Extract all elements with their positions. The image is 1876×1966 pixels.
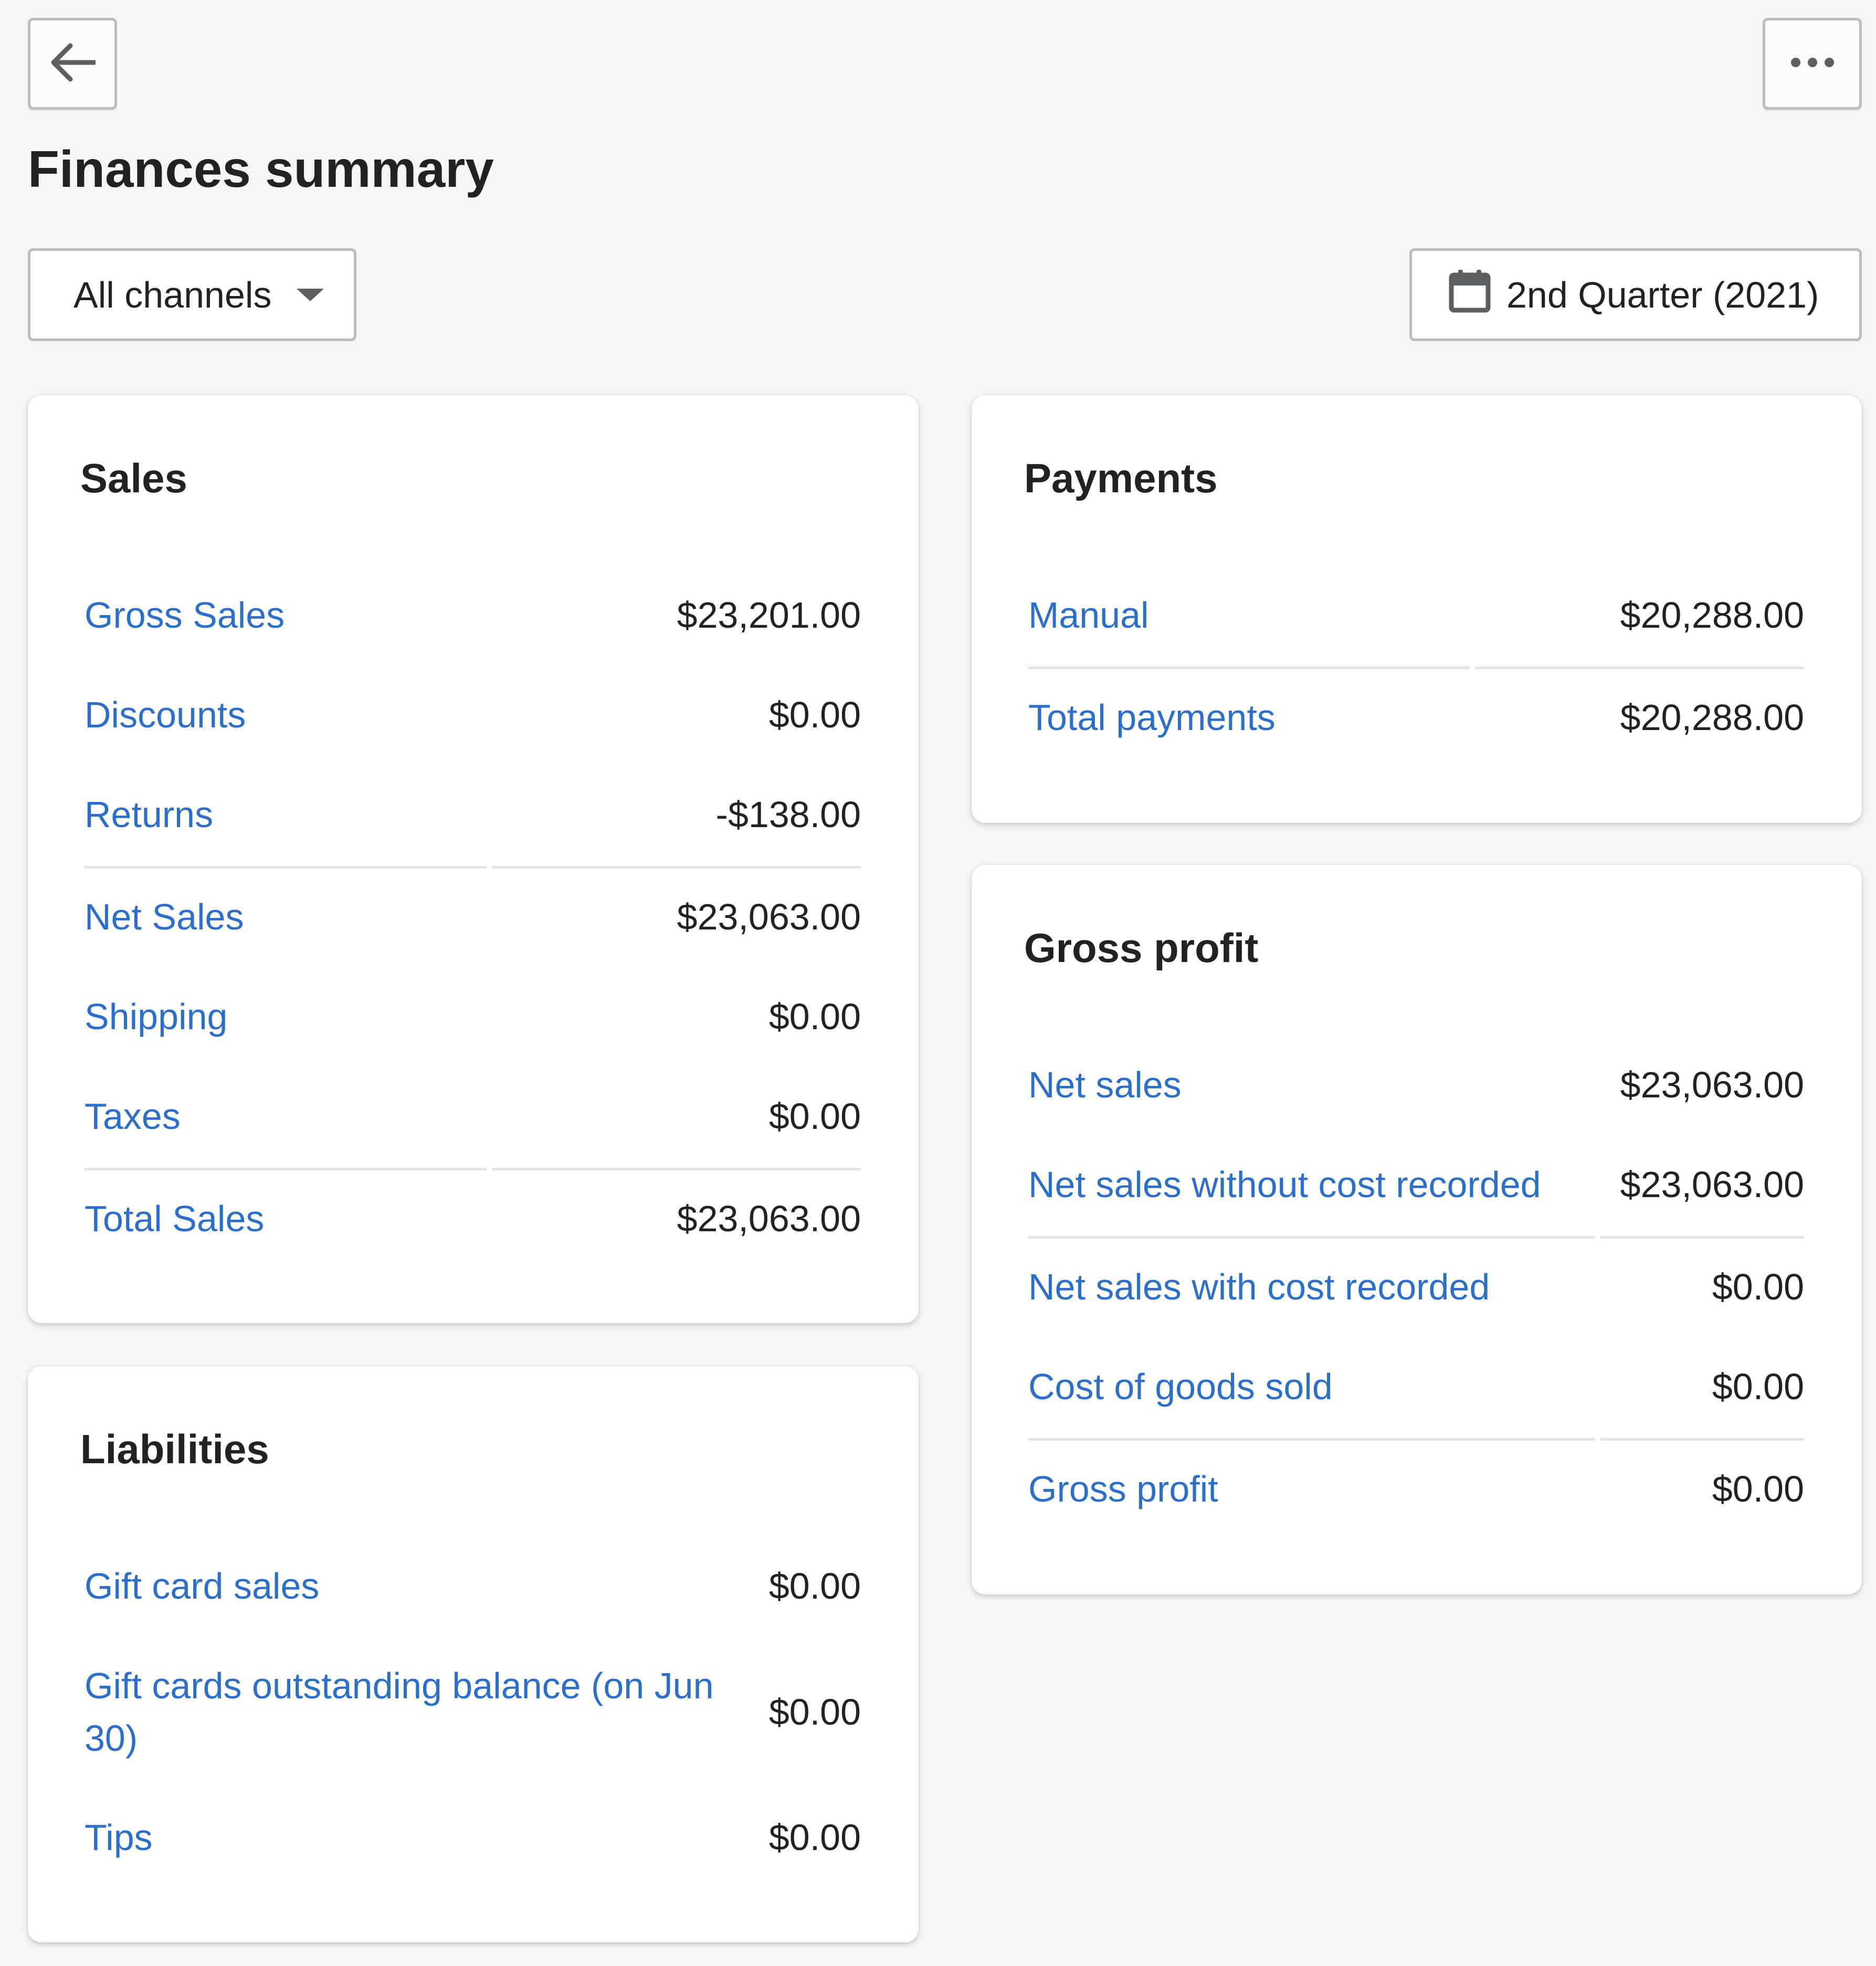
sales-card-title: Sales bbox=[80, 455, 187, 501]
gross-profit-row-gross-profit: Gross profit $0.00 bbox=[1028, 1463, 1804, 1515]
gift-cards-outstanding-link[interactable]: Gift cards outstanding balance (on Jun 3… bbox=[85, 1660, 741, 1764]
gp-net-sales-value: $23,063.00 bbox=[1620, 1064, 1804, 1105]
liabilities-row-gift-card-sales: Gift card sales $0.00 bbox=[85, 1560, 861, 1612]
sales-row-total-sales: Total Sales $23,063.00 bbox=[85, 1192, 861, 1245]
divider bbox=[492, 1168, 861, 1170]
manual-link[interactable]: Manual bbox=[1028, 589, 1149, 641]
gp-net-sales-link[interactable]: Net sales bbox=[1028, 1059, 1182, 1111]
gift-cards-outstanding-value: $0.00 bbox=[768, 1692, 861, 1732]
divider bbox=[1600, 1438, 1804, 1441]
sales-row-discounts: Discounts $0.00 bbox=[85, 689, 861, 741]
returns-link[interactable]: Returns bbox=[85, 788, 213, 841]
gross-profit-row-cogs: Cost of goods sold $0.00 bbox=[1028, 1360, 1804, 1413]
horizontal-dots-icon bbox=[1790, 57, 1835, 70]
sales-row-returns: Returns -$138.00 bbox=[85, 788, 861, 841]
calendar-icon bbox=[1449, 269, 1506, 321]
net-sales-value: $23,063.00 bbox=[677, 896, 861, 937]
gross-profit-link[interactable]: Gross profit bbox=[1028, 1463, 1218, 1515]
caret-down-icon bbox=[297, 288, 324, 301]
gift-card-sales-link[interactable]: Gift card sales bbox=[85, 1560, 319, 1612]
gross-profit-card-title: Gross profit bbox=[1024, 925, 1259, 971]
shipping-value: $0.00 bbox=[768, 996, 861, 1037]
gross-profit-card: Gross profit Net sales $23,063.00 Net sa… bbox=[972, 865, 1862, 1594]
divider bbox=[1028, 667, 1470, 669]
divider bbox=[85, 866, 487, 869]
tips-value: $0.00 bbox=[768, 1817, 861, 1858]
gross-profit-row-without-cost: Net sales without cost recorded $23,063.… bbox=[1028, 1158, 1804, 1211]
liabilities-card-title: Liabilities bbox=[80, 1426, 269, 1472]
cost-of-goods-sold-link[interactable]: Cost of goods sold bbox=[1028, 1360, 1333, 1413]
divider bbox=[1028, 1438, 1595, 1441]
payments-row-total: Total payments $20,288.00 bbox=[1028, 691, 1804, 744]
gross-profit-row-with-cost: Net sales with cost recorded $0.00 bbox=[1028, 1261, 1804, 1313]
total-payments-link[interactable]: Total payments bbox=[1028, 691, 1276, 744]
channel-select[interactable]: All channels bbox=[28, 248, 356, 341]
net-sales-without-cost-value: $23,063.00 bbox=[1620, 1164, 1804, 1205]
liabilities-row-gift-cards-outstanding: Gift cards outstanding balance (on Jun 3… bbox=[85, 1660, 861, 1764]
sales-row-shipping: Shipping $0.00 bbox=[85, 990, 861, 1043]
returns-value: -$138.00 bbox=[715, 794, 861, 835]
sales-row-taxes: Taxes $0.00 bbox=[85, 1090, 861, 1143]
net-sales-without-cost-link[interactable]: Net sales without cost recorded bbox=[1028, 1158, 1541, 1211]
payments-row-manual: Manual $20,288.00 bbox=[1028, 589, 1804, 641]
date-range-picker[interactable]: 2nd Quarter (2021) bbox=[1409, 248, 1862, 341]
manual-value: $20,288.00 bbox=[1620, 595, 1804, 636]
taxes-value: $0.00 bbox=[768, 1096, 861, 1137]
net-sales-with-cost-link[interactable]: Net sales with cost recorded bbox=[1028, 1261, 1490, 1313]
liabilities-card: Liabilities Gift card sales $0.00 Gift c… bbox=[28, 1366, 919, 1942]
divider bbox=[85, 1168, 487, 1170]
gross-profit-value: $0.00 bbox=[1712, 1468, 1804, 1509]
net-sales-with-cost-value: $0.00 bbox=[1712, 1266, 1804, 1307]
divider bbox=[1028, 1236, 1595, 1239]
discounts-value: $0.00 bbox=[768, 694, 861, 735]
more-actions-button[interactable] bbox=[1763, 18, 1862, 110]
liabilities-row-tips: Tips $0.00 bbox=[85, 1811, 861, 1864]
back-button[interactable] bbox=[28, 18, 117, 110]
divider bbox=[492, 866, 861, 869]
page-title: Finances summary bbox=[28, 140, 494, 198]
tips-link[interactable]: Tips bbox=[85, 1811, 153, 1864]
channel-select-value: All channels bbox=[73, 274, 272, 315]
taxes-link[interactable]: Taxes bbox=[85, 1090, 181, 1143]
sales-row-gross-sales: Gross Sales $23,201.00 bbox=[85, 589, 861, 641]
total-payments-value: $20,288.00 bbox=[1620, 697, 1804, 738]
divider bbox=[1600, 1236, 1804, 1239]
arrow-left-icon bbox=[49, 43, 97, 85]
gross-profit-row-net-sales: Net sales $23,063.00 bbox=[1028, 1059, 1804, 1111]
discounts-link[interactable]: Discounts bbox=[85, 689, 246, 741]
gross-sales-value: $23,201.00 bbox=[677, 595, 861, 636]
date-range-label: 2nd Quarter (2021) bbox=[1506, 274, 1819, 315]
total-sales-value: $23,063.00 bbox=[677, 1198, 861, 1239]
sales-card: Sales Gross Sales $23,201.00 Discounts $… bbox=[28, 395, 919, 1323]
shipping-link[interactable]: Shipping bbox=[85, 990, 227, 1043]
finances-summary-page: Finances summary All channels 2nd Quarte… bbox=[0, 0, 1876, 1966]
gross-sales-link[interactable]: Gross Sales bbox=[85, 589, 284, 641]
divider bbox=[1475, 667, 1804, 669]
cost-of-goods-sold-value: $0.00 bbox=[1712, 1366, 1804, 1407]
total-sales-link[interactable]: Total Sales bbox=[85, 1192, 264, 1245]
net-sales-link[interactable]: Net Sales bbox=[85, 891, 244, 943]
sales-row-net-sales: Net Sales $23,063.00 bbox=[85, 891, 861, 943]
gift-card-sales-value: $0.00 bbox=[768, 1566, 861, 1606]
payments-card-title: Payments bbox=[1024, 455, 1218, 501]
payments-card: Payments Manual $20,288.00 Total payment… bbox=[972, 395, 1862, 823]
